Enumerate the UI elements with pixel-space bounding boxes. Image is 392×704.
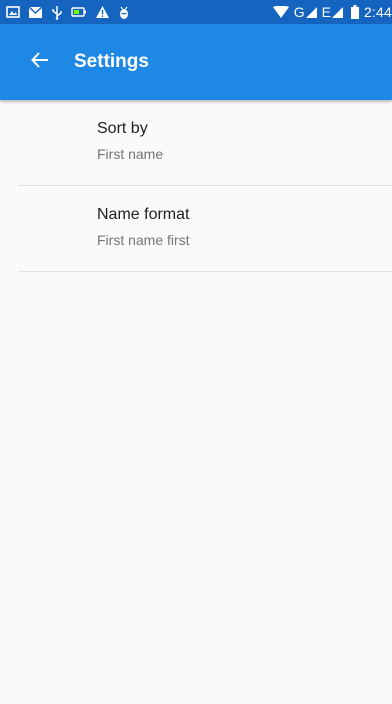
status-bar: G E 2:44	[0, 0, 392, 24]
android-debug-icon	[118, 5, 130, 20]
mail-icon	[28, 5, 43, 19]
app-bar: Settings	[0, 24, 392, 100]
setting-title: Name format	[97, 206, 190, 223]
signal-label-2: E	[321, 4, 331, 20]
status-bar-system: G E 2:44	[268, 4, 392, 20]
settings-list: Sort by First name Name format First nam…	[0, 100, 392, 272]
signal-strength-icon	[305, 6, 317, 18]
page-title: Settings	[74, 51, 149, 72]
setting-name-format[interactable]: Name format First name first	[0, 186, 392, 271]
setting-value: First name	[97, 146, 164, 162]
setting-value: First name first	[97, 232, 190, 248]
picture-icon	[6, 5, 20, 19]
setting-sort-by[interactable]: Sort by First name	[0, 100, 392, 185]
signal-strength-icon	[331, 6, 343, 18]
setting-title: Sort by	[97, 120, 148, 137]
arrow-back-icon	[31, 51, 49, 74]
warning-icon	[95, 5, 110, 19]
status-bar-notifications	[6, 5, 138, 20]
status-bar-time: 2:44	[363, 4, 392, 20]
battery-saver-icon	[71, 7, 87, 17]
wifi-icon	[272, 5, 289, 19]
battery-icon	[350, 5, 359, 19]
back-button[interactable]	[12, 34, 68, 90]
signal-label-1: G	[293, 4, 305, 20]
divider	[18, 271, 392, 272]
usb-icon	[51, 5, 63, 20]
